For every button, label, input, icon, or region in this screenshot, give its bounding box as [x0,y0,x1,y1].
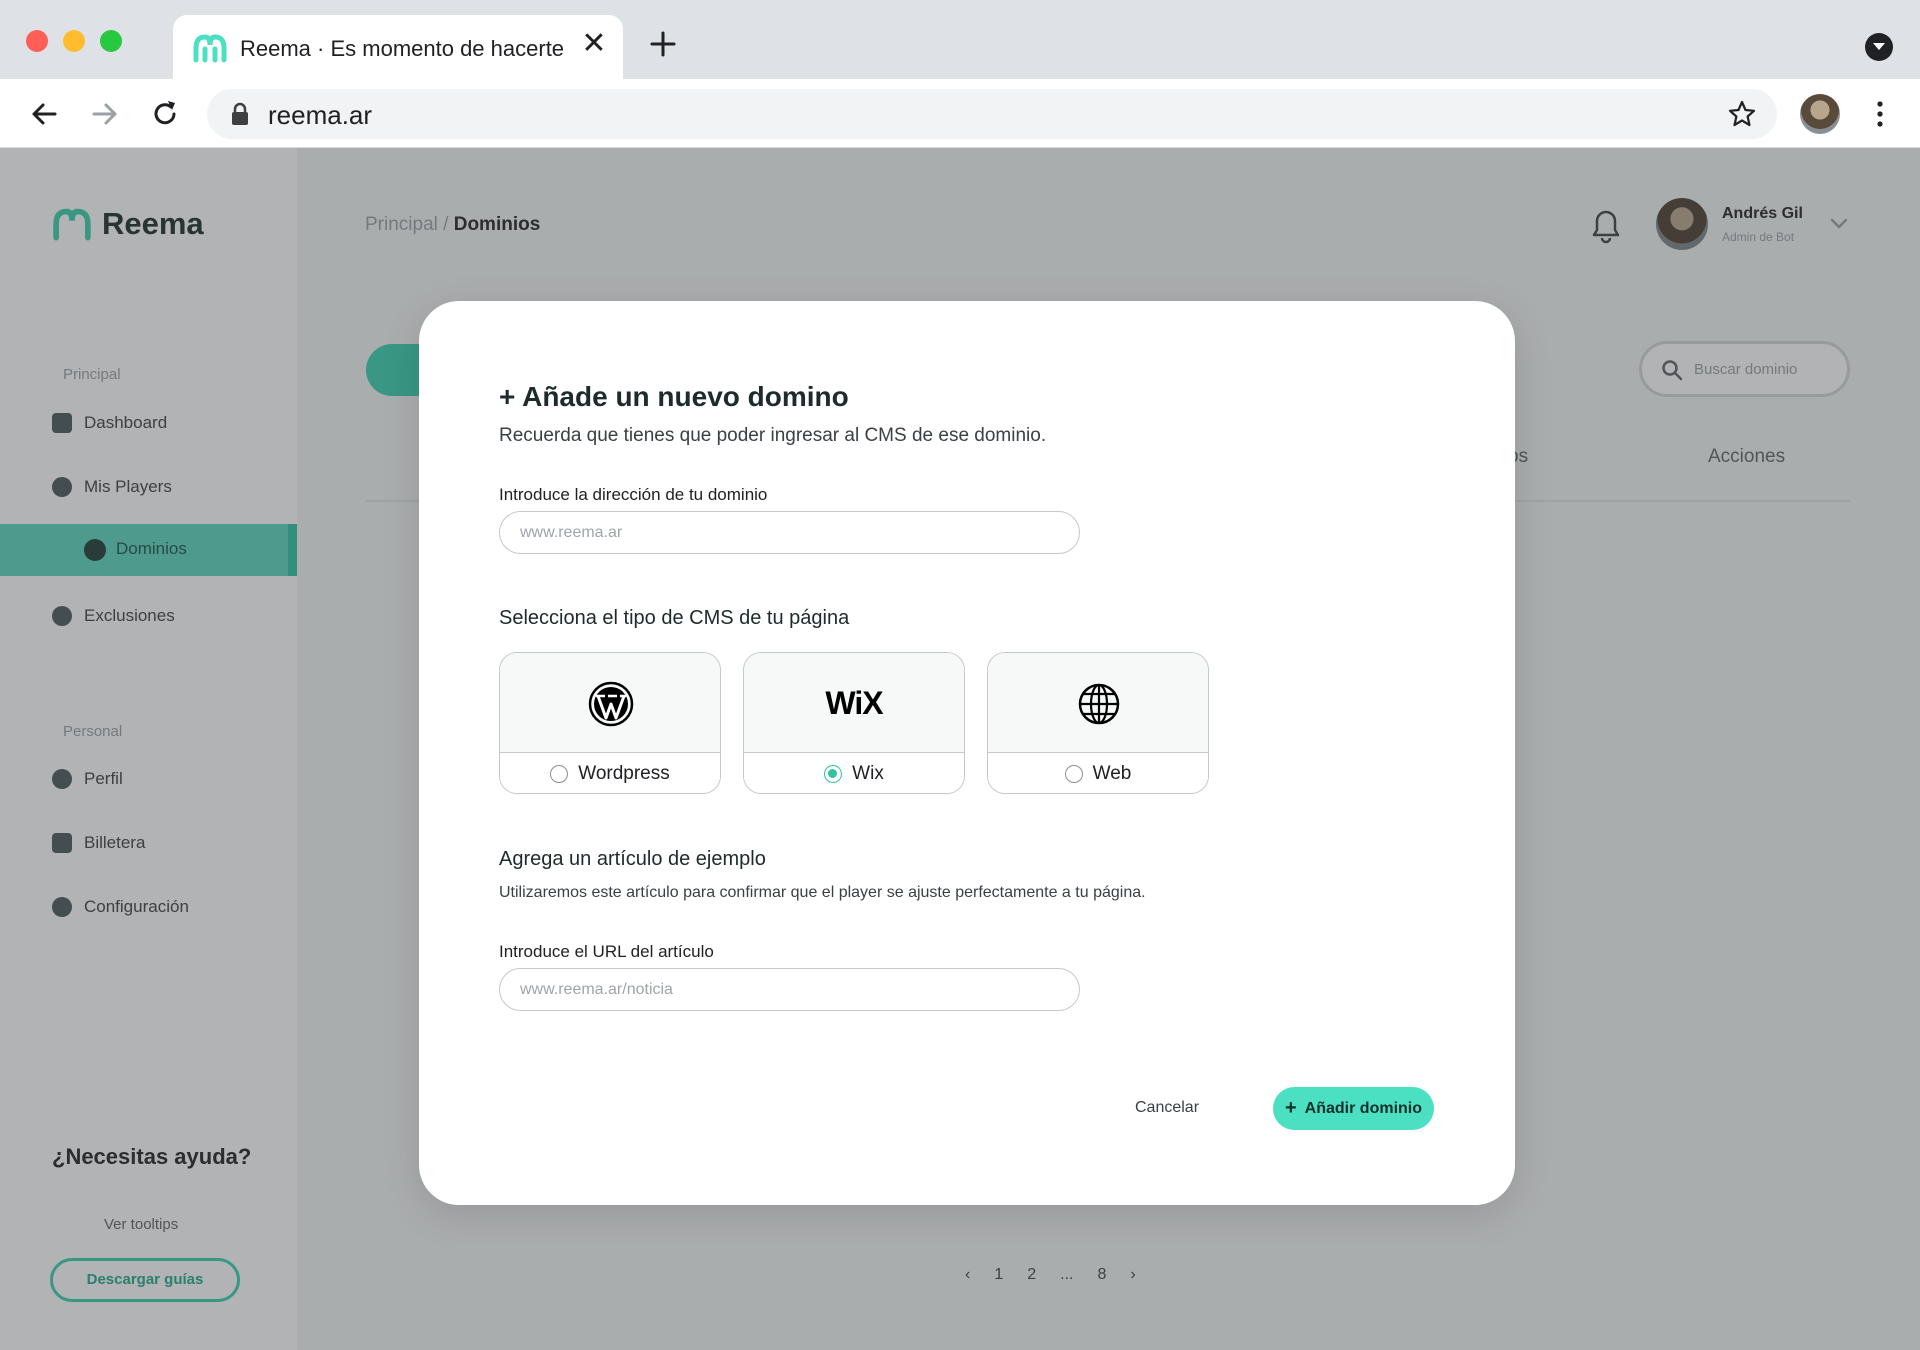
article-section-description: Utilizaremos este artículo para confirma… [499,884,1146,901]
add-domain-button[interactable]: + Añadir dominio [1273,1087,1434,1130]
profile-avatar[interactable] [1800,94,1840,134]
add-domain-label: Añadir dominio [1304,1099,1422,1117]
browser-tab-bar: Reema · Es momento de hacerte escuchar ✕ [0,0,1920,79]
address-bar[interactable]: reema.ar [207,89,1777,139]
cms-option-preview: WiX [744,653,964,753]
cms-option-label: Wix [852,763,884,784]
cms-option-wordpress[interactable]: Wordpress [499,652,721,794]
wordpress-icon [588,681,634,727]
article-url-input[interactable] [499,968,1080,1011]
cms-option-footer: Wordpress [500,753,720,793]
add-domain-modal: + Añade un nuevo domino Recuerda que tie… [419,301,1515,1205]
wix-logo: WiX [825,685,883,721]
more-menu-icon[interactable] [1866,99,1894,129]
cms-option-footer: Web [988,753,1208,793]
cms-option-web[interactable]: Web [987,652,1209,794]
new-tab-icon[interactable] [647,28,679,60]
reload-icon[interactable] [148,97,182,131]
radio-web[interactable] [1064,765,1083,783]
cms-option-wix[interactable]: WiX Wix [743,652,965,794]
cancel-button[interactable]: Cancelar [1135,1099,1199,1117]
lock-icon [232,102,248,125]
cms-option-label: Wordpress [578,763,670,784]
reema-logo-icon [193,34,227,63]
modal-subtitle: Recuerda que tienes que poder ingresar a… [499,425,1047,446]
domain-field-label: Introduce la dirección de tu dominio [499,485,768,504]
cms-option-preview [500,653,720,753]
plus-icon: + [1284,1097,1297,1119]
globe-icon [1078,683,1120,725]
forward-arrow-icon[interactable] [88,97,122,131]
article-section-title: Agrega un artículo de ejemplo [499,848,766,870]
minimize-window-button[interactable] [63,30,85,52]
cms-section-title: Selecciona el tipo de CMS de tu página [499,607,850,629]
radio-wordpress[interactable] [550,765,569,783]
article-field-label: Introduce el URL del artículo [499,942,714,961]
chrome-tab-search-icon[interactable] [1865,33,1893,61]
domain-input[interactable] [499,511,1080,554]
cms-option-label: Web [1092,763,1132,784]
cms-option-preview [988,653,1208,753]
tab-title: Reema · Es momento de hacerte escuchar [240,36,570,61]
browser-toolbar: reema.ar [0,79,1920,148]
browser-tab[interactable]: Reema · Es momento de hacerte escuchar ✕ [173,15,623,79]
back-arrow-icon[interactable] [27,97,61,131]
maximize-window-button[interactable] [100,30,122,52]
url-text: reema.ar [268,100,373,130]
radio-wix[interactable] [824,765,843,783]
tab-close-icon[interactable]: ✕ [579,29,609,59]
modal-title: + Añade un nuevo domino [499,381,849,412]
cms-option-footer: Wix [744,753,964,793]
close-window-button[interactable] [26,30,48,52]
bookmark-star-icon[interactable] [1727,99,1757,129]
